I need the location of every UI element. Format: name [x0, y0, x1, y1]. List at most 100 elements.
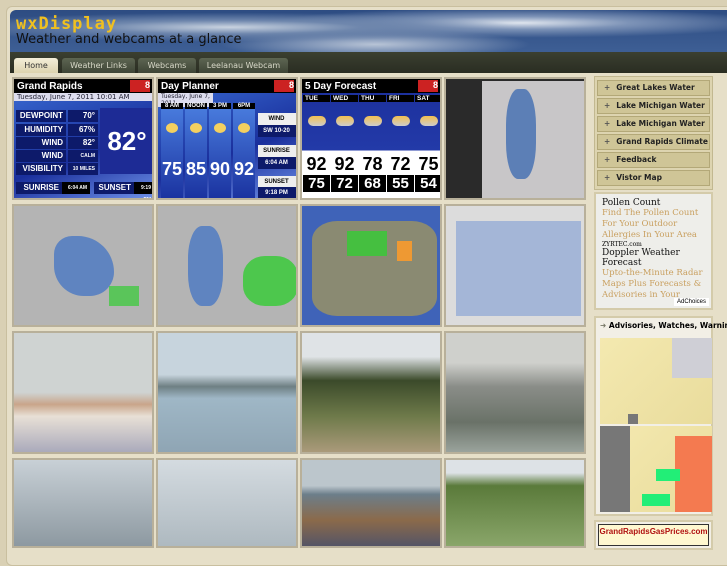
forecast-high: 75 [418, 154, 439, 174]
forecast-low: 68 [359, 175, 386, 192]
webcam-3[interactable] [300, 331, 442, 454]
ad-desc-pollen[interactable]: Find The Pollen Count For Your Outdoor A… [602, 208, 705, 241]
forecast-low: 72 [331, 175, 358, 192]
webcam-2[interactable] [156, 331, 298, 454]
ad-title-pollen[interactable]: Pollen Count [602, 198, 705, 208]
sidebar-link-label: Feedback [616, 155, 657, 164]
sidebar-link[interactable]: + Feedback [597, 152, 710, 168]
forecast-high: 78 [362, 154, 383, 174]
webcam-8[interactable] [444, 458, 586, 548]
gas-prices-banner[interactable]: GrandRapidsGasPrices.com [594, 520, 713, 550]
planner-column: 8 AM 75 [161, 103, 183, 198]
forecast-day: THU 78 68 [359, 95, 386, 198]
ad-source[interactable]: ZYRTEC.com [602, 241, 705, 248]
bullet-icon: + [604, 83, 611, 92]
sun-icon [190, 123, 202, 133]
webcam-7[interactable] [300, 458, 442, 548]
sidebar-link[interactable]: + Vistor Map [597, 170, 710, 186]
sidebar-link-label: Grand Rapids Climate [616, 137, 708, 146]
sidebar-link-label: Great Lakes Water [616, 83, 695, 92]
ad-desc-doppler[interactable]: Upto-the-Minute Radar Maps Plus Forecast… [602, 268, 705, 301]
day-planner-panel[interactable]: Day Planner 8 Tuesday, June 7, 2011 8 AM… [156, 77, 298, 200]
dewpoint-value: 70° [68, 110, 98, 122]
forecast-low: 54 [415, 175, 440, 192]
regional-radar[interactable] [156, 204, 298, 327]
radar-station-panel[interactable] [444, 77, 586, 200]
sunrise-value: 6:04 AM [62, 182, 90, 194]
forecast-day: WED 92 72 [331, 95, 358, 198]
advisories-panel: ➜ Advisories, Watches, Warning [594, 316, 727, 516]
sidebar-link[interactable]: + Grand Rapids Climate [597, 134, 710, 150]
planner-column: NOON 85 [185, 103, 207, 198]
bullet-icon: + [604, 155, 611, 164]
forecast-day-name: TUE [303, 95, 330, 102]
sunrise-label: SUNRISE [258, 145, 296, 157]
sunrise-value: 6:04 AM [258, 157, 296, 169]
advisory-map-south[interactable] [600, 426, 712, 512]
sidebar-link[interactable]: + Lake Michigan Water [597, 116, 710, 132]
ad-panel[interactable]: Pollen Count Find The Pollen Count For Y… [594, 192, 713, 310]
sun-icon [214, 123, 226, 133]
bullet-icon: + [604, 101, 611, 110]
advisories-title[interactable]: ➜ Advisories, Watches, Warning [596, 318, 727, 333]
storm-team-8-logo: 8 [130, 80, 150, 92]
sun-icon [166, 123, 178, 133]
visibility-value: 10 MILES [68, 163, 98, 175]
sidebar-links: + Great Lakes Water + Lake Michigan Water + L… [594, 76, 713, 190]
bullet-icon: + [604, 173, 611, 182]
planner-time: NOON [185, 103, 207, 109]
forecast-high: 92 [306, 154, 327, 174]
bullet-icon: + [604, 137, 611, 146]
wind-value: SW 10-20 [258, 125, 296, 137]
five-day-forecast-panel[interactable]: 5 Day Forecast 8 TUE 92 75 WED 92 72 THU 78 68 FR… [300, 77, 442, 200]
sidebar-link-label: Vistor Map [616, 173, 662, 182]
windchill-value: 82° [68, 137, 98, 149]
current-temperature: 82° [100, 108, 152, 174]
national-radar[interactable] [300, 204, 442, 327]
partly-cloudy-icon [335, 116, 354, 126]
site-logo[interactable]: wxDisplay [16, 14, 117, 34]
forecast-high: 72 [390, 154, 411, 174]
planner-time: 6PM [233, 103, 255, 109]
sunset-value: 9:18 PM [258, 187, 296, 198]
sun-icon [238, 123, 250, 133]
forecast-low: 75 [303, 175, 330, 192]
tab-home[interactable]: Home [14, 58, 58, 73]
planner-column: 3 PM 90 [209, 103, 231, 198]
webcam-1[interactable] [12, 331, 154, 454]
storm-team-8-logo: 8 [418, 80, 438, 92]
sidebar-link-label: Lake Michigan Water [616, 119, 705, 128]
wind-label: WIND [16, 150, 66, 162]
forecast-day: FRI 72 55 [387, 95, 414, 198]
partly-cloudy-icon [419, 116, 438, 126]
surface-map[interactable] [444, 204, 586, 327]
partly-cloudy-icon [391, 116, 410, 126]
sidebar-link-label: Lake Michigan Water [616, 101, 705, 110]
gas-prices-link[interactable]: GrandRapidsGasPrices.com [598, 524, 709, 546]
tab-webcams[interactable]: Webcams [138, 58, 196, 73]
sunset-value: 9:19 PM [134, 182, 152, 198]
advisory-map-north[interactable] [600, 338, 712, 424]
webcam-6[interactable] [156, 458, 298, 548]
webcam-5[interactable] [12, 458, 154, 548]
forecast-day-name: FRI [387, 95, 414, 102]
webcam-4[interactable] [444, 331, 586, 454]
sidebar-link[interactable]: + Lake Michigan Water [597, 98, 710, 114]
great-lakes-radar[interactable] [12, 204, 154, 327]
forecast-day-name: THU [359, 95, 386, 102]
tab-leelanau-webcam[interactable]: Leelanau Webcam [199, 58, 288, 73]
partly-cloudy-icon [363, 116, 382, 126]
sunrise-label: SUNRISE [16, 182, 62, 194]
ad-title-doppler[interactable]: Doppler Weather Forecast [602, 248, 705, 268]
forecast-low: 55 [387, 175, 414, 192]
tab-weather-links[interactable]: Weather Links [62, 58, 135, 73]
adchoices-link[interactable]: AdChoices [673, 298, 709, 306]
sunset-label: SUNSET [94, 182, 134, 194]
forecast-high: 92 [334, 154, 355, 174]
forecast-day: TUE 92 75 [303, 95, 330, 198]
current-conditions-panel[interactable]: Grand Rapids 8 Tuesday, June 7, 2011 10:… [12, 77, 154, 200]
sidebar-link[interactable]: + Great Lakes Water [597, 80, 710, 96]
humidity-value: 67% [68, 124, 98, 136]
planner-temp: 90 [209, 159, 231, 179]
site-tagline: Weather and webcams at a glance [16, 32, 242, 47]
